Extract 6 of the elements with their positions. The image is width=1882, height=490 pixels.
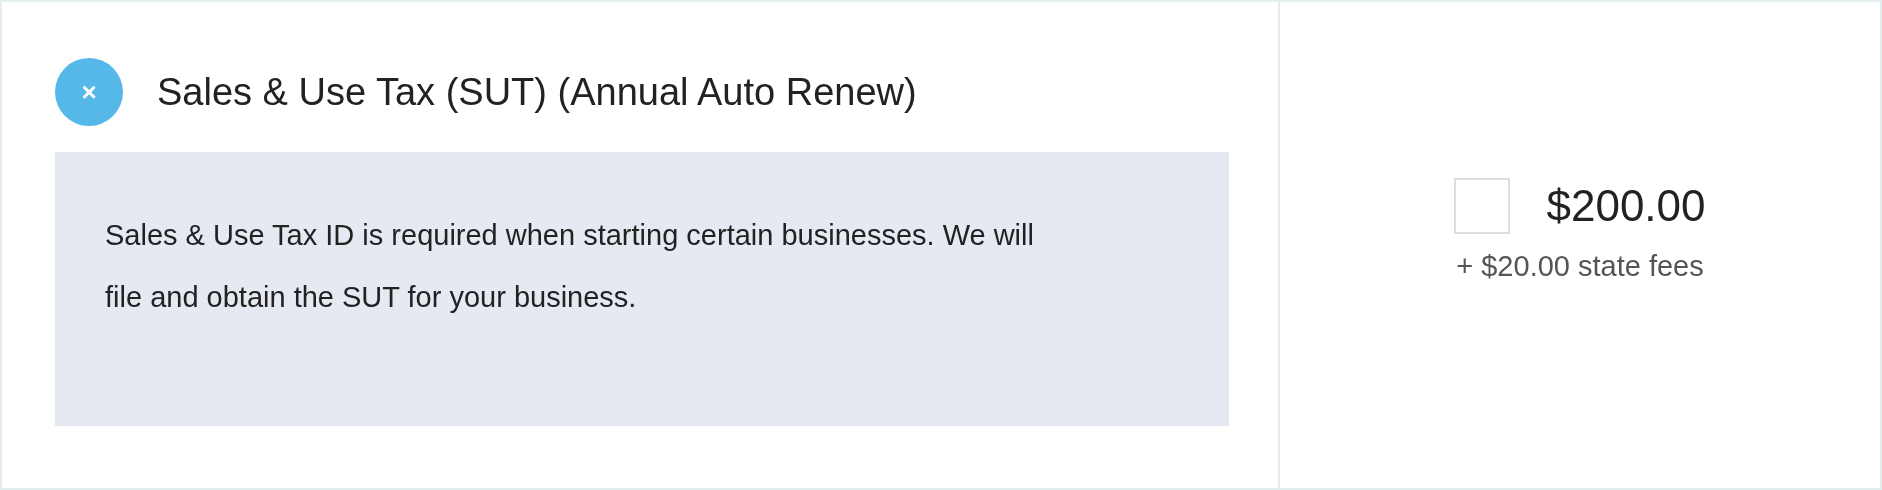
select-checkbox[interactable] xyxy=(1454,178,1511,234)
price: $200.00 xyxy=(1546,181,1706,231)
remove-button[interactable]: × xyxy=(55,58,123,126)
state-fees: + $20.00 state fees xyxy=(1456,250,1704,283)
description-text: Sales & Use Tax ID is required when starting certain businesses. We will file and obtain the SUT for your business. xyxy=(105,218,1035,315)
service-title: Sales & Use Tax (SUT) (Annual Auto Renew) xyxy=(157,70,917,114)
